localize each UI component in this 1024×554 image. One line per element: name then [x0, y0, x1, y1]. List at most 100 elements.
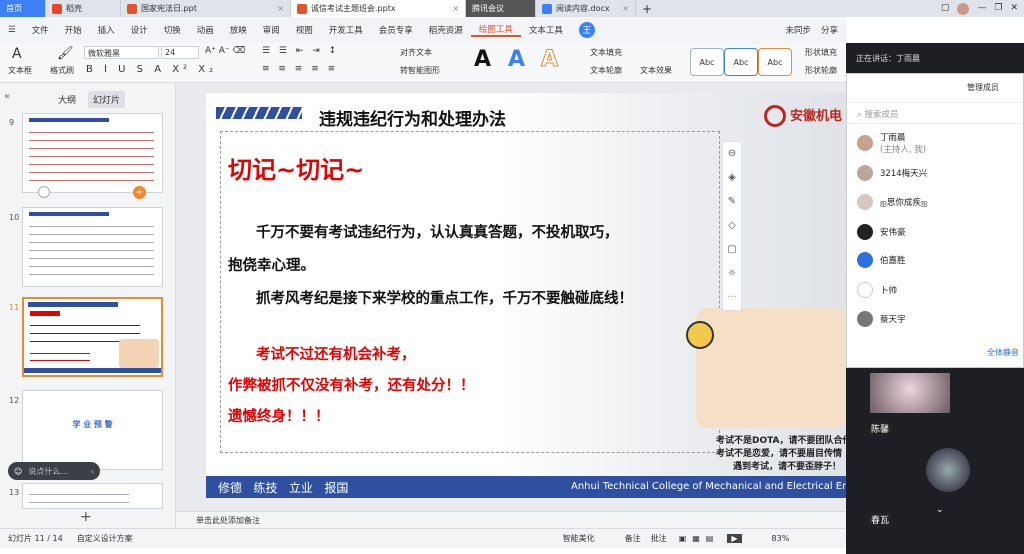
beautify-button[interactable]: 智能美化	[563, 533, 595, 544]
new-tab-button[interactable]: +	[636, 0, 658, 17]
pen-icon[interactable]: ✎	[723, 190, 741, 214]
hamburger-icon[interactable]: ☰	[0, 25, 24, 35]
theme-name[interactable]: 自定义设计方案	[77, 533, 133, 544]
font-size-select[interactable]: 24	[161, 46, 199, 59]
menu-item[interactable]: 设计	[123, 24, 156, 36]
wordart-style-black[interactable]: A	[474, 47, 491, 72]
menu-file[interactable]: 文件	[24, 24, 57, 36]
tab-home[interactable]: 首页	[0, 0, 46, 17]
bold-italic-underline-icons[interactable]: B I U S A X² X₂	[86, 64, 217, 75]
menu-item[interactable]: 会员专享	[371, 24, 421, 36]
mute-all-button[interactable]: 全体静音	[987, 347, 1019, 358]
video-tile-1[interactable]	[870, 373, 950, 413]
tab-integrity-pptx[interactable]: 诚信考试主题班会.pptx ×	[291, 0, 466, 17]
tab-constitution-ppt[interactable]: 国家宪法日.ppt ×	[121, 0, 291, 17]
text-fill-button[interactable]: 文本填充	[590, 47, 622, 58]
font-select[interactable]: 微软雅黑	[84, 46, 159, 59]
collapse-icon[interactable]: «	[4, 91, 10, 102]
slide-thumbnail[interactable]	[22, 483, 163, 509]
tab-reading-docx[interactable]: 阅读内容.docx ×	[536, 0, 636, 17]
comment-input[interactable]: ☺ 说点什么... ‹	[8, 462, 100, 480]
red-text-1[interactable]: 考试不过还有机会补考，	[256, 343, 416, 364]
shape-outline-button[interactable]: 形状轮廓	[805, 65, 837, 76]
font-grow-icon[interactable]: A⁺ A⁻ ⌫	[205, 46, 245, 56]
manage-members[interactable]: 管理成员	[967, 82, 999, 93]
sync-status[interactable]: 未同步	[785, 24, 811, 36]
play-icon[interactable]	[38, 186, 50, 198]
slide-thumbnail[interactable]: 学 业 预 警	[22, 390, 163, 470]
menu-item[interactable]: 稻壳资源	[421, 24, 471, 36]
menu-item[interactable]: 插入	[90, 24, 123, 36]
convert-smartart-button[interactable]: 转智能图形	[400, 65, 440, 76]
add-slide-button[interactable]: +	[80, 509, 92, 525]
member-item[interactable]: ஐ思你成疾ஐ	[857, 194, 928, 210]
zoom-level[interactable]: 83%	[772, 534, 790, 543]
body-text-1[interactable]: 千万不要有考试违纪行为，认认真真答题，不投机取巧，	[256, 221, 619, 242]
notes-area[interactable]: 单击此处添加备注	[176, 511, 846, 528]
tab-tencent-meeting[interactable]: 腾讯会议	[466, 0, 536, 17]
view-icons[interactable]: ▣▦▤	[679, 534, 720, 543]
member-item[interactable]: 3214梅天兴	[857, 165, 927, 181]
wordart-style-orange[interactable]: A	[540, 47, 558, 73]
collapse-icon[interactable]: ‹	[91, 467, 94, 476]
tab-drawing-tools[interactable]: 绘图工具	[470, 23, 521, 37]
shape-fill-button[interactable]: 形状填充	[805, 47, 837, 58]
menu-item[interactable]: 视图	[288, 24, 321, 36]
list-icons[interactable]: ☰ ☰ ⇤ ⇥ ↕	[262, 46, 339, 56]
video-tile-2[interactable]	[926, 448, 970, 492]
member-item[interactable]: 安伟豪	[857, 224, 906, 240]
menu-item[interactable]: 审阅	[255, 24, 288, 36]
textbox-button[interactable]: 文本框	[8, 65, 32, 76]
red-text-2[interactable]: 作弊被抓不仅没有补考，还有处分！！	[228, 374, 475, 395]
menu-item[interactable]: 开始	[57, 24, 90, 36]
align-text-button[interactable]: 对齐文本	[400, 47, 432, 58]
wordart-style-blue[interactable]: A	[508, 47, 525, 72]
body-text-2[interactable]: 抓考风考纪是接下来学校的重点工作，千万不要触碰底线！	[256, 287, 633, 308]
member-item[interactable]: 蔡天宇	[857, 311, 906, 327]
minus-icon[interactable]: ⊖	[723, 142, 741, 166]
frame-icon[interactable]: ▢	[723, 238, 741, 262]
body-text-1b[interactable]: 抱侥幸心理。	[228, 254, 315, 275]
slide-thumbnail[interactable]	[22, 207, 163, 287]
slide-thumbnail[interactable]: +	[22, 113, 163, 199]
close-icon[interactable]: ×	[452, 4, 459, 13]
close-icon[interactable]: ×	[277, 4, 284, 13]
format-brush-button[interactable]: 格式刷	[50, 65, 74, 76]
avatar[interactable]	[957, 2, 970, 15]
shape-style-3[interactable]: Abc	[758, 48, 792, 76]
more-icon[interactable]: ···	[723, 286, 741, 310]
tab-docer[interactable]: 稻壳	[46, 0, 121, 17]
red-text-3[interactable]: 遗憾终身！！！	[228, 405, 330, 426]
slide-title[interactable]: 违规违纪行为和处理办法	[319, 105, 506, 130]
maximize-icon[interactable]: ❐	[994, 3, 1002, 15]
notes-button[interactable]: 备注	[625, 533, 641, 544]
menu-item[interactable]: 放映	[222, 24, 255, 36]
tab-slides[interactable]: 幻灯片	[88, 91, 126, 108]
fill-icon[interactable]: ◇	[723, 214, 741, 238]
add-slide-icon[interactable]: +	[133, 186, 146, 199]
ime-icon[interactable]: 王	[578, 22, 595, 38]
member-item[interactable]: 伯嘉胜	[857, 252, 906, 268]
play-button[interactable]: ▶	[727, 534, 742, 543]
close-icon[interactable]: ×	[622, 4, 629, 13]
shape-style-2[interactable]: Abc	[724, 48, 758, 76]
menu-item[interactable]: 切换	[156, 24, 189, 36]
slide-canvas[interactable]: 违规违纪行为和处理办法 安徽机电 切记~切记~ 千万不要有考试违纪行为，认认真真…	[206, 93, 846, 498]
tab-text-tools[interactable]: 文本工具	[521, 24, 571, 36]
comments-button[interactable]: 批注	[651, 533, 667, 544]
bulb-icon[interactable]: ☼	[723, 262, 741, 286]
menu-item[interactable]: 动画	[189, 24, 222, 36]
align-icons[interactable]: ≡ ≡ ≡ ≡ ≡	[262, 64, 338, 74]
shape-style-1[interactable]: Abc	[690, 48, 724, 76]
close-window-icon[interactable]: ✕	[1010, 3, 1018, 15]
tab-outline[interactable]: 大纲	[58, 93, 76, 106]
text-effect-button[interactable]: 文本效果	[640, 65, 672, 76]
layers-icon[interactable]: ◈	[723, 166, 741, 190]
window-icon[interactable]: ▢	[941, 3, 950, 15]
minimize-icon[interactable]: —	[977, 3, 986, 15]
text-outline-button[interactable]: 文本轮廓	[590, 65, 622, 76]
slide-thumbnail-selected[interactable]	[22, 297, 163, 377]
member-search[interactable]: ⌕ 搜索成员	[847, 102, 1023, 124]
member-item[interactable]: 丁雨晨 (主持人, 我)	[857, 131, 926, 155]
menu-item[interactable]: 开发工具	[321, 24, 371, 36]
